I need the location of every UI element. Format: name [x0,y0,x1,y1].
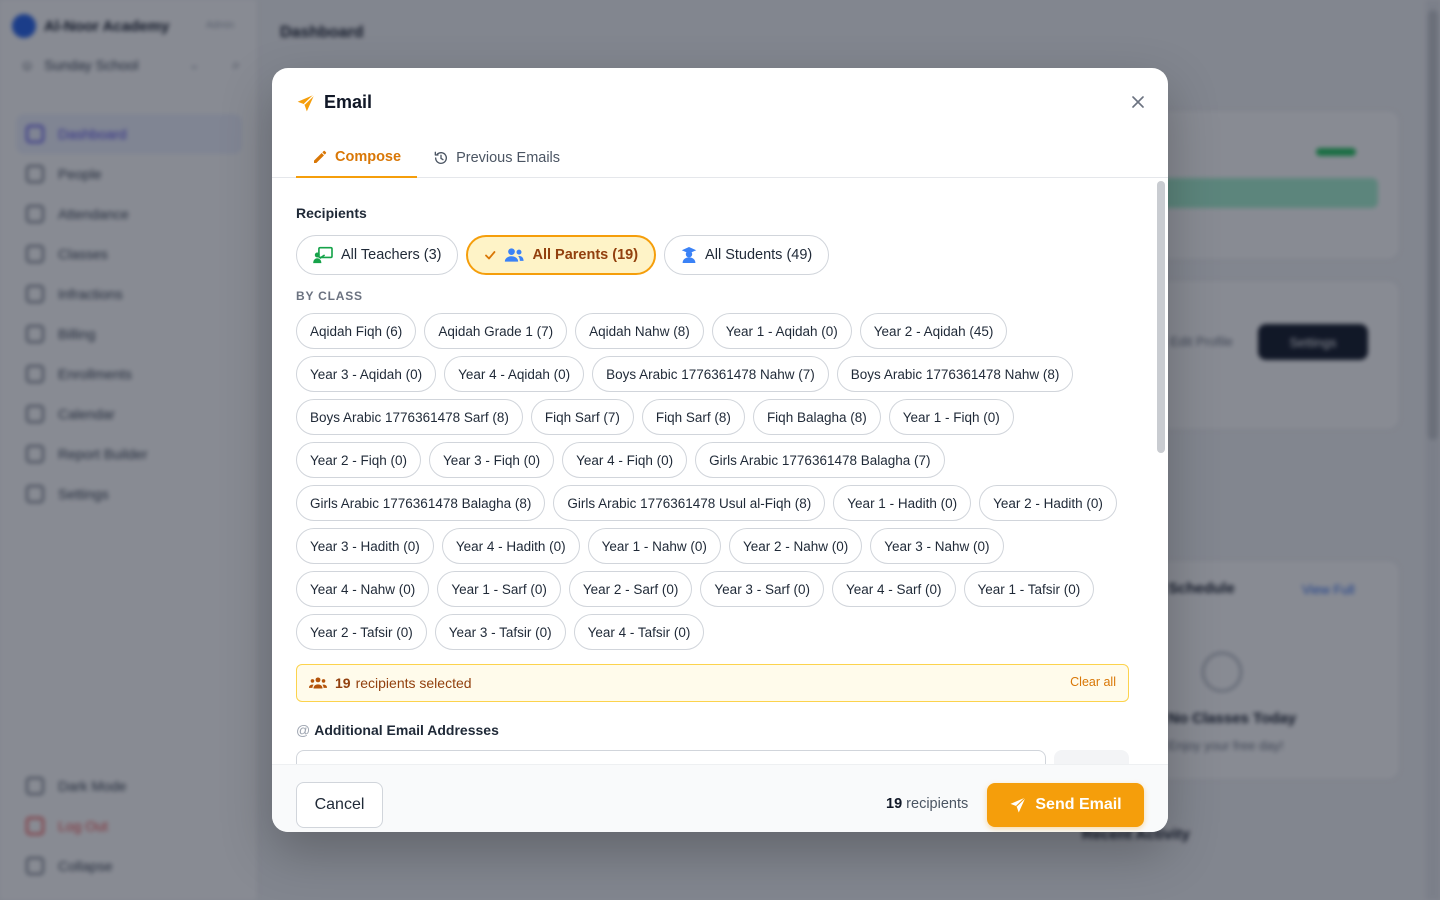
all-students-button[interactable]: All Students (49) [664,235,830,275]
class-chip[interactable]: Aqidah Fiqh (6) [296,313,417,349]
pencil-icon [314,150,327,163]
history-icon [434,151,448,164]
clear-all-button[interactable]: Clear all [1070,675,1116,689]
recipient-groups: All Teachers (3) All Parents (19) All St… [296,235,830,275]
class-chip[interactable]: Year 2 - Sarf (0) [568,571,693,607]
class-chip[interactable]: Girls Arabic 1776361478 Usul al-Fiqh (8) [553,485,826,521]
additional-email-input[interactable] [296,750,1046,764]
all-teachers-button[interactable]: All Teachers (3) [296,235,459,275]
selected-text: recipients selected [355,675,472,691]
modal-title-text: Email [324,92,373,112]
class-chip[interactable]: Boys Arabic 1776361478 Nahw (8) [836,356,1074,392]
class-chip[interactable]: Year 3 - Fiqh (0) [429,442,555,478]
close-icon [1132,96,1144,108]
recipient-count: 19 recipients [886,796,968,812]
modal-footer: Cancel 19 recipients Send Email [272,764,1168,832]
class-chip[interactable]: Year 1 - Sarf (0) [437,571,561,607]
class-chip[interactable]: Boys Arabic 1776361478 Sarf (8) [296,399,523,435]
additional-emails-label-text: Additional Email Addresses [314,722,499,738]
cancel-button[interactable]: Cancel [296,782,383,828]
group-label: All Parents (19) [532,247,639,263]
modal-body: Recipients All Teachers (3) All Parents … [272,179,1168,764]
at-icon: @ [296,722,311,738]
class-chip[interactable]: Fiqh Sarf (8) [641,399,745,435]
tabs: Compose Previous Emails [296,138,576,178]
all-parents-button[interactable]: All Parents (19) [466,235,657,275]
group-label: All Students (49) [705,247,813,263]
recipients-label: Recipients [296,205,367,221]
class-chip[interactable]: Aqidah Nahw (8) [575,313,704,349]
additional-emails-label: @ Additional Email Addresses [296,722,499,738]
tab-label: Compose [335,149,402,165]
recipient-count-number: 19 [886,796,903,812]
teacher-icon [313,246,333,264]
recipient-count-text: recipients [906,796,969,812]
send-email-button[interactable]: Send Email [987,783,1144,827]
selected-recipients-bar: 19 recipients selected Clear all [296,664,1129,702]
add-email-button[interactable] [1054,750,1129,764]
class-chip[interactable]: Year 3 - Hadith (0) [296,528,434,564]
class-chip[interactable]: Girls Arabic 1776361478 Balagha (8) [296,485,546,521]
class-chip[interactable]: Fiqh Sarf (7) [530,399,634,435]
class-chip[interactable]: Year 4 - Aqidah (0) [444,356,585,392]
class-chip[interactable]: Year 4 - Nahw (0) [296,571,430,607]
student-icon [681,247,697,263]
class-chip[interactable]: Year 2 - Tafsir (0) [296,614,427,650]
tab-previous-emails[interactable]: Previous Emails [417,138,576,178]
class-chip[interactable]: Year 1 - Hadith (0) [833,485,972,521]
tab-label: Previous Emails [456,150,561,166]
class-chip[interactable]: Fiqh Balagha (8) [752,399,881,435]
class-chip[interactable]: Year 4 - Hadith (0) [441,528,580,564]
class-chip[interactable]: Year 3 - Sarf (0) [700,571,824,607]
group-label: All Teachers (3) [341,247,442,263]
class-chip[interactable]: Year 2 - Nahw (0) [728,528,863,564]
send-icon [297,93,315,111]
check-icon [485,251,496,260]
class-chip[interactable]: Year 3 - Nahw (0) [870,528,1004,564]
class-chip[interactable]: Year 1 - Nahw (0) [587,528,721,564]
class-chip[interactable]: Year 3 - Tafsir (0) [434,614,566,650]
class-chip[interactable]: Girls Arabic 1776361478 Balagha (7) [695,442,945,478]
group-icon [309,677,327,689]
selected-count: 19 [335,675,351,691]
send-email-label: Send Email [1035,796,1122,813]
class-chip-list: Aqidah Fiqh (6) Aqidah Grade 1 (7) Aqidah … [296,313,1136,650]
modal-header: Email Compose Previous Emails [272,68,1168,178]
modal-scrollbar-thumb[interactable] [1157,181,1165,453]
modal-title: Email [296,92,372,113]
class-chip[interactable]: Year 1 - Tafsir (0) [963,571,1095,607]
class-chip[interactable]: Year 3 - Aqidah (0) [296,356,437,392]
close-button[interactable] [1128,92,1148,112]
by-class-label: BY CLASS [296,289,363,303]
class-chip[interactable]: Year 4 - Tafsir (0) [573,614,705,650]
class-chip[interactable]: Aqidah Grade 1 (7) [424,313,568,349]
class-chip[interactable]: Year 4 - Sarf (0) [831,571,956,607]
class-chip[interactable]: Year 1 - Fiqh (0) [888,399,1014,435]
class-chip[interactable]: Year 4 - Fiqh (0) [562,442,688,478]
class-chip[interactable]: Year 2 - Hadith (0) [979,485,1117,521]
class-chip[interactable]: Year 2 - Fiqh (0) [296,442,422,478]
tab-compose[interactable]: Compose [296,138,418,178]
class-chip[interactable]: Boys Arabic 1776361478 Nahw (7) [592,356,829,392]
email-modal: Email Compose Previous Emails Recipients… [272,68,1168,832]
users-icon [505,248,525,262]
send-icon [1010,797,1027,813]
class-chip[interactable]: Year 1 - Aqidah (0) [711,313,852,349]
class-chip[interactable]: Year 2 - Aqidah (45) [859,313,1008,349]
